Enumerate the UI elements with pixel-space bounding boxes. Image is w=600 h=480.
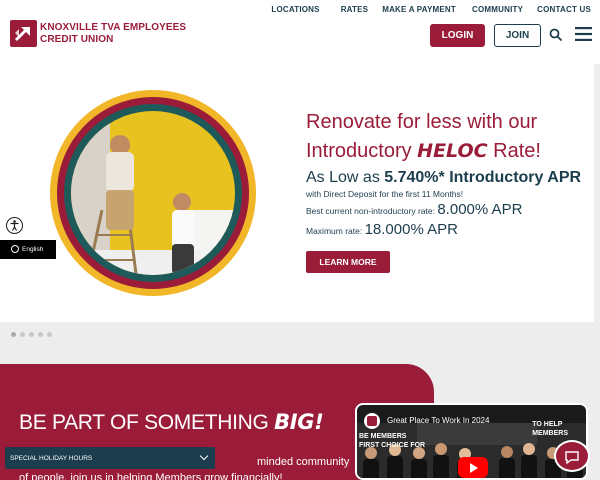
menu-icon[interactable] <box>575 27 592 41</box>
community-body-line-2: of people, join us in helping Members gr… <box>19 472 283 480</box>
utility-nav: LOCATIONS RATES MAKE A PAYMENT COMMUNITY… <box>271 5 591 14</box>
community-title-pre: BE PART OF SOMETHING <box>19 411 275 434</box>
play-icon[interactable] <box>458 457 488 478</box>
logo-line-2: CREDIT UNION <box>40 33 114 45</box>
hero-title-line-2: Introductory HELOC Rate! <box>306 137 586 166</box>
carousel-dot-2[interactable] <box>20 332 25 337</box>
logo-mark-icon <box>10 20 37 47</box>
holiday-hours-toggle[interactable]: SPECIAL HOLIDAY HOURS <box>5 447 215 469</box>
hero-title-pre: Introductory <box>306 140 418 162</box>
hero-carousel: Renovate for less with our Introductory … <box>0 64 594 322</box>
hero-title-heloc: HELOC <box>417 140 488 162</box>
nav-link-rates[interactable]: RATES <box>341 5 369 14</box>
logo-text: KNOXVILLE TVA EMPLOYEES CREDIT UNION <box>40 22 186 46</box>
hero-title: Renovate for less with our Introductory … <box>306 108 586 166</box>
carousel-dot-1[interactable] <box>11 332 16 337</box>
carousel-dot-4[interactable] <box>38 332 43 337</box>
hero-image <box>50 90 256 296</box>
accessibility-icon[interactable] <box>6 217 23 234</box>
globe-icon <box>11 245 19 253</box>
site-header: LOCATIONS RATES MAKE A PAYMENT COMMUNITY… <box>0 0 600 64</box>
chat-icon[interactable] <box>554 440 590 472</box>
hero-intro-rate: As Low as 5.740%* Introductory APR <box>306 169 581 187</box>
learn-more-button[interactable]: LEARN MORE <box>306 251 390 273</box>
hero-rate-note: with Direct Deposit for the first 11 Mon… <box>306 189 464 199</box>
hero-current-rate: Best current non-introductory rate: 8.00… <box>306 201 522 218</box>
nav-link-contact-us[interactable]: CONTACT US <box>537 5 591 14</box>
video-banner-right: TO HELP MEMBERS <box>532 421 568 437</box>
video-title[interactable]: Great Place To Work In 2024 <box>387 416 489 425</box>
search-icon[interactable] <box>549 28 563 42</box>
community-title: BE PART OF SOMETHING BIG! <box>19 410 324 435</box>
hero-max-value: 18.000% APR <box>364 221 458 238</box>
hero-rate-pre: As Low as <box>306 169 385 186</box>
holiday-hours-label: SPECIAL HOLIDAY HOURS <box>10 454 93 462</box>
hero-max-rate: Maximum rate: 18.000% APR <box>306 221 458 238</box>
hero-current-label: Best current non-introductory rate: <box>306 206 438 216</box>
language-label: English <box>22 246 44 253</box>
language-selector[interactable]: English <box>0 240 56 259</box>
carousel-dot-3[interactable] <box>29 332 34 337</box>
nav-link-community[interactable]: COMMUNITY <box>472 5 523 14</box>
channel-logo-icon <box>364 413 380 429</box>
chevron-down-icon <box>199 451 209 461</box>
hero-title-post: Rate! <box>487 140 541 162</box>
logo-line-1: KNOXVILLE TVA EMPLOYEES <box>40 21 187 33</box>
video-embed[interactable]: Great Place To Work In 2024 BE MEMBERS F… <box>355 403 588 480</box>
community-body-line-1: minded community <box>257 456 350 468</box>
nav-link-locations[interactable]: LOCATIONS <box>271 5 319 14</box>
hero-title-line-1: Renovate for less with our <box>306 111 538 133</box>
hero-current-value: 8.000% APR <box>437 201 523 218</box>
login-button[interactable]: LOGIN <box>430 24 485 47</box>
hero-rate-value: 5.740%* Introductory APR <box>384 169 582 186</box>
nav-link-make-a-payment[interactable]: MAKE A PAYMENT <box>382 5 456 14</box>
carousel-dots <box>11 332 52 337</box>
hero-max-label: Maximum rate: <box>306 226 365 236</box>
site-logo[interactable]: KNOXVILLE TVA EMPLOYEES CREDIT UNION <box>10 20 186 47</box>
video-banner-left: BE MEMBERS FIRST CHOICE FOR <box>359 433 426 449</box>
community-title-big: BIG! <box>274 410 324 434</box>
join-button[interactable]: JOIN <box>494 24 541 47</box>
carousel-dot-5[interactable] <box>47 332 52 337</box>
